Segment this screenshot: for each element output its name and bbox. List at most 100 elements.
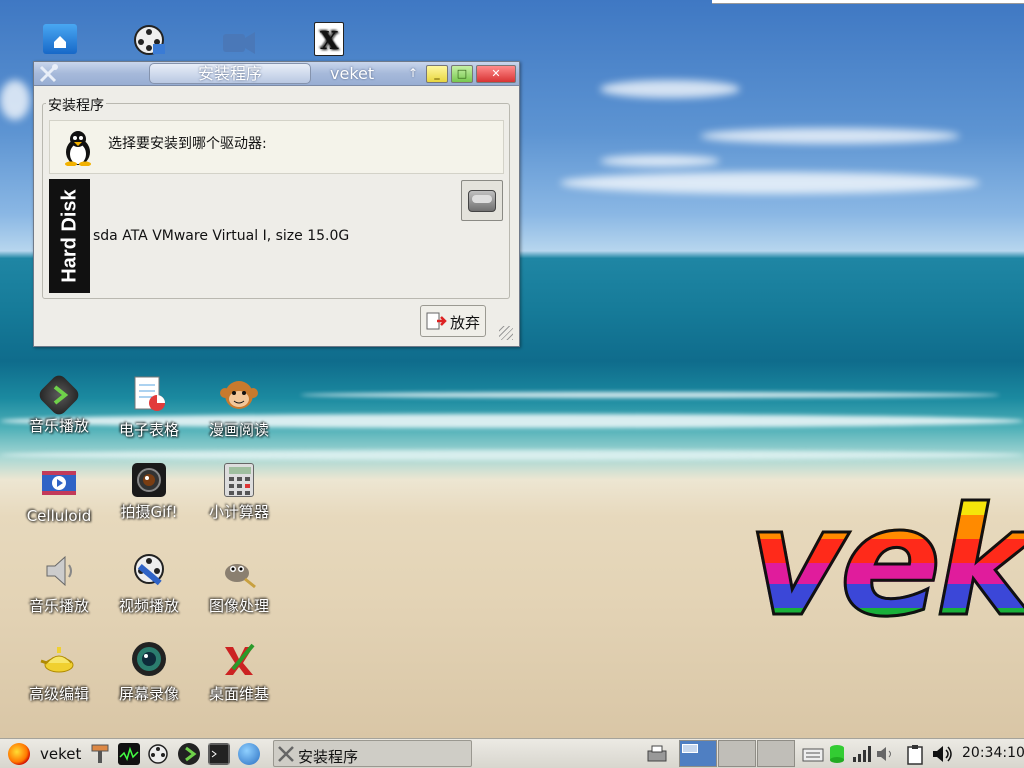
install-prompt: 选择要安装到哪个驱动器: bbox=[108, 136, 267, 152]
gimp-icon bbox=[219, 551, 259, 591]
tux-icon bbox=[61, 130, 95, 167]
screen-recorder-icon bbox=[129, 639, 169, 679]
taskbar-item-label: 安装程序 bbox=[298, 748, 359, 766]
desktop-icon-label: 图像处理 bbox=[208, 597, 269, 615]
wave bbox=[0, 450, 1024, 460]
volume-icon[interactable] bbox=[931, 743, 953, 765]
desktop-icon-music-player[interactable]: 音乐播放 bbox=[14, 372, 104, 436]
desktop-icon-label: 视频播放 bbox=[118, 597, 179, 615]
veket-logo-icon bbox=[8, 743, 30, 765]
veket-logo: veket bbox=[746, 487, 1024, 640]
celluloid-icon bbox=[39, 463, 79, 503]
cloud bbox=[600, 80, 740, 98]
desktop-icon-wiki[interactable]: 桌面维基 bbox=[194, 639, 284, 704]
desktop-icon-label: 漫画阅读 bbox=[208, 421, 269, 439]
hard-disk-label: Hard Disk bbox=[49, 179, 90, 293]
cancel-label: 放弃 bbox=[450, 314, 481, 332]
clipboard-icon[interactable] bbox=[904, 743, 926, 765]
close-button[interactable]: ✕ bbox=[476, 65, 516, 83]
volume-small-icon[interactable] bbox=[874, 743, 896, 765]
cloud bbox=[0, 80, 30, 120]
system-monitor-icon[interactable] bbox=[118, 743, 140, 765]
lamp-editor-icon bbox=[39, 639, 79, 679]
desktop-icon-comic-reader[interactable]: 漫画阅读 bbox=[194, 375, 284, 440]
home-folder-icon bbox=[43, 24, 77, 54]
desktop-icon-video-player[interactable]: 视频播放 bbox=[104, 551, 194, 616]
workspace-window-thumb bbox=[682, 744, 698, 753]
desktop-icon-label: 桌面维基 bbox=[208, 685, 269, 703]
spreadsheet-icon bbox=[129, 375, 169, 415]
hard-drive-icon bbox=[468, 190, 496, 212]
message-box: 选择要安装到哪个驱动器: bbox=[49, 120, 504, 174]
arrow-up-icon[interactable]: ↑ bbox=[408, 66, 418, 80]
brush-icon[interactable] bbox=[90, 743, 112, 765]
title-bar[interactable]: 安装程序 veket ↑ _ □ ✕ bbox=[34, 62, 519, 86]
select-drive-button[interactable] bbox=[461, 180, 503, 221]
taskbar-item-installer[interactable]: 安装程序 bbox=[273, 740, 472, 767]
minimize-button[interactable]: _ bbox=[426, 65, 448, 83]
terminal-icon[interactable] bbox=[208, 743, 230, 765]
network-signal-icon[interactable] bbox=[850, 743, 872, 765]
desktop-icon-lamp-editor[interactable]: 高级编辑 bbox=[14, 639, 104, 704]
cloud bbox=[700, 128, 960, 144]
play-icon[interactable] bbox=[178, 743, 200, 765]
window-title: veket bbox=[330, 64, 375, 83]
desktop-icon-label: 音乐播放 bbox=[28, 417, 89, 435]
workspace-3[interactable] bbox=[757, 740, 795, 767]
keyboard-icon[interactable] bbox=[802, 743, 824, 765]
cancel-button[interactable]: 放弃 bbox=[420, 305, 486, 337]
window-tab[interactable]: 安装程序 bbox=[149, 63, 311, 84]
clock[interactable]: 20:34:10 bbox=[962, 745, 1024, 761]
tools-icon bbox=[277, 745, 295, 763]
printer-icon[interactable] bbox=[646, 743, 668, 765]
desktop-icon-label: 小计算器 bbox=[208, 503, 269, 521]
globe-icon[interactable] bbox=[238, 743, 260, 765]
desktop-icon-label: 屏幕录像 bbox=[118, 685, 179, 703]
comic-reader-icon bbox=[219, 375, 259, 415]
calculator-icon bbox=[224, 463, 254, 497]
desktop-icon-celluloid[interactable]: Celluloid bbox=[14, 463, 104, 525]
desktop-icon[interactable] bbox=[104, 22, 194, 66]
music-player-icon bbox=[36, 372, 82, 418]
drive-row: Hard Disk sda ATA VMware Virtual I, size… bbox=[49, 179, 504, 295]
tools-icon[interactable] bbox=[38, 64, 60, 84]
maximize-button[interactable]: □ bbox=[451, 65, 473, 83]
workspace-1[interactable] bbox=[679, 740, 717, 767]
desktop-icon[interactable]: X bbox=[284, 22, 374, 60]
wiki-icon bbox=[219, 639, 259, 679]
film-reel-icon bbox=[129, 22, 169, 62]
resize-grip[interactable] bbox=[499, 326, 513, 340]
desktop-icon-calculator[interactable]: 小计算器 bbox=[194, 463, 284, 522]
desktop-icon-gimp[interactable]: 图像处理 bbox=[194, 551, 284, 616]
desktop-icon-label: 拍摄Gif! bbox=[120, 503, 178, 521]
drive-mount-icon[interactable] bbox=[826, 743, 848, 765]
start-menu-button[interactable]: veket bbox=[4, 740, 84, 768]
top-panel-strip bbox=[712, 0, 1024, 4]
video-camera-icon bbox=[219, 22, 259, 62]
desktop-icon-spreadsheet[interactable]: 电子表格 bbox=[104, 375, 194, 440]
frame-label: 安装程序 bbox=[46, 95, 106, 115]
camera-gif-icon bbox=[132, 463, 166, 497]
installer-window: 安装程序 veket ↑ _ □ ✕ 安装程序 选择要安装到哪个驱动器: Har… bbox=[33, 61, 520, 347]
desktop-icon[interactable] bbox=[15, 24, 105, 58]
exit-icon bbox=[425, 311, 447, 331]
drive-description: sda ATA VMware Virtual I, size 15.0G bbox=[93, 228, 350, 244]
x-editor-icon: X bbox=[314, 22, 344, 56]
desktop-icon[interactable] bbox=[194, 22, 284, 66]
wave bbox=[300, 392, 1000, 398]
workspace-2[interactable] bbox=[718, 740, 756, 767]
film-reel-icon[interactable] bbox=[147, 743, 169, 765]
desktop-icon-label: 电子表格 bbox=[118, 421, 179, 439]
svg-text:X: X bbox=[320, 26, 339, 55]
desktop-icon-screen-recorder[interactable]: 屏幕录像 bbox=[104, 639, 194, 704]
video-player-icon bbox=[129, 551, 169, 591]
cloud bbox=[560, 172, 980, 194]
desktop-icon-label: 音乐播放 bbox=[28, 597, 89, 615]
desktop-icon-label: Celluloid bbox=[26, 507, 92, 525]
desktop-icon-label: 高级编辑 bbox=[28, 685, 89, 703]
taskbar: veket 安装程序 20:34:10 bbox=[0, 738, 1024, 768]
speaker-icon bbox=[39, 551, 79, 591]
desktop-icon-speaker[interactable]: 音乐播放 bbox=[14, 551, 104, 616]
desktop-icon-camera-gif[interactable]: 拍摄Gif! bbox=[104, 463, 194, 522]
cloud bbox=[600, 155, 720, 167]
